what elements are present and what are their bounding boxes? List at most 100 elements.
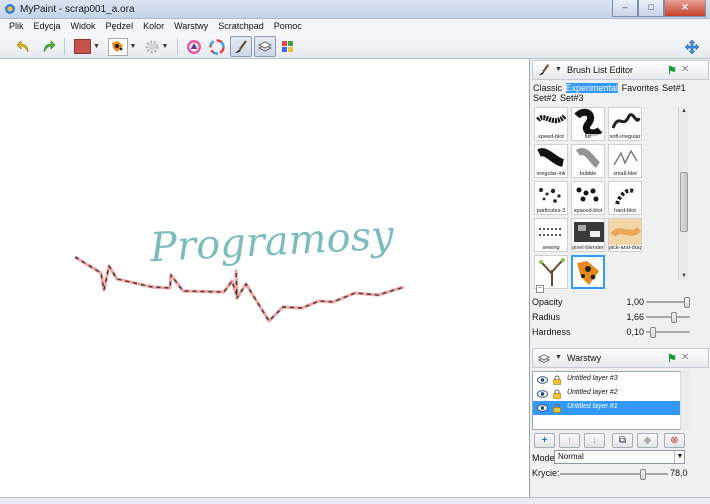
brush-group-favorites[interactable]: Favorites xyxy=(622,83,659,93)
float-dock-icon[interactable]: ⚑ xyxy=(667,352,677,365)
layers-toggle[interactable] xyxy=(254,36,276,57)
lock-icon[interactable] xyxy=(552,375,562,385)
fullscreen-button[interactable] xyxy=(682,36,702,57)
brush-group-classic[interactable]: Classic xyxy=(533,83,562,93)
maximize-button[interactable]: □ xyxy=(638,0,664,17)
toolbar-separator xyxy=(64,38,65,55)
visibility-eye-icon[interactable] xyxy=(537,375,548,385)
brush-preset-button[interactable]: ▼ xyxy=(106,36,138,57)
scroll-up-icon[interactable]: ▲ xyxy=(680,108,688,114)
chevron-down-icon[interactable]: ▼ xyxy=(555,354,562,361)
main-toolbar: ▼ ▼ ▼ xyxy=(0,34,710,59)
brush-small-blot[interactable]: small-blot xyxy=(608,144,642,178)
color-palette-icon xyxy=(282,40,293,52)
opacity-slider-row: Opacity 1,00 xyxy=(532,295,708,309)
radius-slider[interactable] xyxy=(646,312,690,323)
layer-name: Untitled layer #2 xyxy=(567,389,618,396)
menu-plik[interactable]: Plik xyxy=(4,19,29,34)
brush-bubble[interactable]: bubble xyxy=(571,144,605,178)
opacity-slider[interactable] xyxy=(646,297,690,308)
slider-thumb[interactable] xyxy=(684,297,690,308)
scrollbar-thumb[interactable] xyxy=(680,172,688,232)
hardness-value: 0,10 xyxy=(626,327,644,337)
close-icon[interactable]: ✕ xyxy=(681,352,689,363)
radius-slider-row: Radius 1,66 xyxy=(532,310,708,324)
visibility-eye-icon[interactable] xyxy=(537,403,548,413)
brush-sewing[interactable]: sewing xyxy=(534,218,568,252)
close-button[interactable]: ✕ xyxy=(664,0,706,17)
close-icon[interactable]: ✕ xyxy=(681,64,689,75)
color-wheel-button[interactable] xyxy=(207,36,227,57)
brush-tree[interactable] xyxy=(534,255,568,289)
brush-pick-and-drag[interactable]: pick-and-drag xyxy=(608,218,642,252)
move-layer-down-button[interactable]: ↓ xyxy=(584,433,605,448)
dashed-stitch-stroke xyxy=(74,256,405,322)
lock-icon[interactable] xyxy=(552,403,562,413)
delete-layer-button[interactable]: ⊗ xyxy=(664,433,685,448)
drawing-canvas[interactable]: Programosy xyxy=(0,59,529,497)
brush-fur[interactable]: fur xyxy=(571,107,605,141)
brush-preset-icon xyxy=(107,37,128,56)
chevron-down-icon[interactable]: ▼ xyxy=(555,66,562,73)
color-triangle-icon xyxy=(187,39,201,54)
color-button[interactable]: ▼ xyxy=(72,36,102,57)
slider-thumb[interactable] xyxy=(671,312,678,323)
lock-icon[interactable] xyxy=(552,389,562,399)
brush-soft-irregular[interactable]: soft-irregular xyxy=(608,107,642,141)
layer-list-scrollbar[interactable] xyxy=(680,371,690,430)
settings-icon xyxy=(145,40,159,53)
add-layer-button[interactable]: + xyxy=(534,433,555,448)
pink-zigzag-stroke xyxy=(74,255,405,323)
hardness-slider[interactable] xyxy=(646,327,690,338)
merge-layer-button[interactable]: ◆ xyxy=(637,433,658,448)
menu-edycja[interactable]: Edycja xyxy=(29,19,66,34)
undo-button[interactable] xyxy=(14,36,34,57)
layers-dock-title: Warstwy xyxy=(567,353,602,363)
chevron-down-icon[interactable]: ▼ xyxy=(674,451,685,463)
float-dock-icon[interactable]: ⚑ xyxy=(667,64,677,77)
brush-groups: Classic Experimental Favorites Set#1 Set… xyxy=(533,83,708,103)
collapse-settings-icon[interactable]: − xyxy=(536,285,544,293)
minimize-button[interactable]: – xyxy=(612,0,638,17)
move-layer-up-button[interactable]: ↑ xyxy=(559,433,580,448)
menu-pomoc[interactable]: Pomoc xyxy=(269,19,307,34)
menu-widok[interactable]: Widok xyxy=(66,19,101,34)
layer-opacity-slider[interactable] xyxy=(560,469,668,480)
redo-icon xyxy=(43,39,56,52)
menu-bar: Plik Edycja Widok Pędzel Kolor Warstwy S… xyxy=(0,19,710,34)
hardness-label: Hardness xyxy=(532,327,571,337)
brush-hard-blot[interactable]: hard-blot xyxy=(608,181,642,215)
brush-speed-blot[interactable]: speed-blot xyxy=(534,107,568,141)
visibility-eye-icon[interactable] xyxy=(537,389,548,399)
chevron-down-icon: ▼ xyxy=(161,43,169,50)
layer-list: Untitled layer #3 Untitled layer #2 Unti… xyxy=(532,371,690,430)
brush-particules-3[interactable]: particules-3 xyxy=(534,181,568,215)
menu-warstwy[interactable]: Warstwy xyxy=(169,19,213,34)
layer-row-selected[interactable]: Untitled layer #1 xyxy=(533,401,689,415)
menu-kolor[interactable]: Kolor xyxy=(138,19,169,34)
selected-brush-preview xyxy=(577,261,599,285)
brush-spaced-blot[interactable]: spaced-blot xyxy=(571,181,605,215)
brush-pixel-blender[interactable]: pixel-blender xyxy=(571,218,605,252)
slider-thumb[interactable] xyxy=(649,327,656,338)
layer-row[interactable]: Untitled layer #3 xyxy=(533,373,689,387)
brush-group-set1[interactable]: Set#1 xyxy=(662,83,686,93)
brush-group-set2[interactable]: Set#2 xyxy=(533,93,557,103)
settings-button[interactable]: ▼ xyxy=(142,36,170,57)
layer-row[interactable]: Untitled layer #2 xyxy=(533,387,689,401)
duplicate-layer-button[interactable]: ⧉ xyxy=(612,433,633,448)
color-triangle-button[interactable] xyxy=(184,36,204,57)
brush-list-scrollbar[interactable]: ▲ ▼ xyxy=(678,107,688,280)
redo-button[interactable] xyxy=(38,36,58,57)
brush-group-experimental[interactable]: Experimental xyxy=(565,83,619,93)
color-palette-button[interactable] xyxy=(278,36,298,57)
menu-scratchpad[interactable]: Scratchpad xyxy=(213,19,269,34)
brush-irregular-ink[interactable]: irregular-ink xyxy=(534,144,568,178)
scroll-down-icon[interactable]: ▼ xyxy=(680,273,688,279)
brush-group-set3[interactable]: Set#3 xyxy=(560,93,584,103)
menu-pedzel[interactable]: Pędzel xyxy=(101,19,139,34)
brush-selected[interactable] xyxy=(571,255,605,289)
slider-thumb[interactable] xyxy=(639,469,646,480)
blend-mode-select[interactable]: Normal xyxy=(554,450,685,464)
brush-editor-toggle[interactable] xyxy=(230,36,252,57)
